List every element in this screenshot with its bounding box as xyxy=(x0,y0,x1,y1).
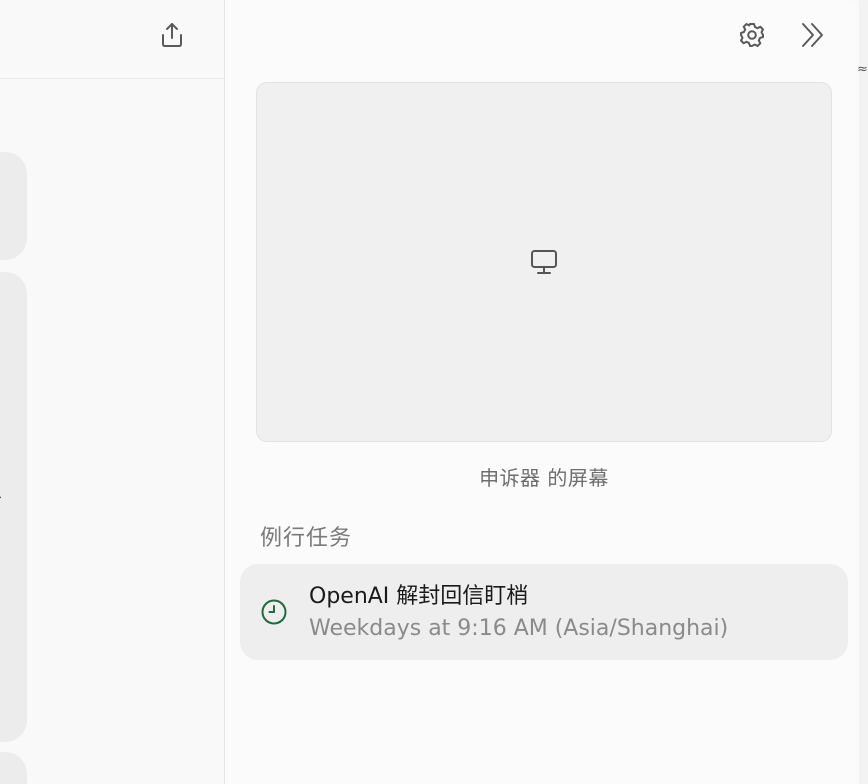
task-title: OpenAI 解封回信盯梢 xyxy=(309,584,529,609)
share-upload-icon xyxy=(162,23,182,47)
double-chevron-right-icon xyxy=(802,23,823,47)
chat-pane: › xyxy=(0,0,224,784)
message-bubble xyxy=(0,152,27,260)
gear-icon xyxy=(740,23,764,47)
window-edge xyxy=(859,0,868,784)
routines-section-title: 例行任务 xyxy=(260,526,353,551)
screen-caption: 申诉器 的屏幕 xyxy=(479,466,609,490)
routine-task-card[interactable]: OpenAI 解封回信盯梢 Weekdays at 9:16 AM (Asia/… xyxy=(240,564,848,660)
task-schedule: Weekdays at 9:16 AM (Asia/Shanghai) xyxy=(309,616,729,641)
chat-header xyxy=(0,0,224,79)
app-window: › ≈ 申诉器 的屏幕 例行任务 OpenAI 解 xyxy=(0,0,868,784)
share-button[interactable] xyxy=(155,18,189,52)
collapse-panel-button[interactable] xyxy=(792,16,832,54)
message-bubble xyxy=(0,752,27,784)
clock-icon xyxy=(261,599,287,625)
edge-glyph: ≈ xyxy=(857,62,868,77)
monitor-icon xyxy=(531,250,557,274)
message-bubble xyxy=(0,272,27,742)
screen-preview[interactable] xyxy=(256,82,832,442)
settings-button[interactable] xyxy=(733,16,771,54)
chevron-right-icon: › xyxy=(0,490,2,504)
